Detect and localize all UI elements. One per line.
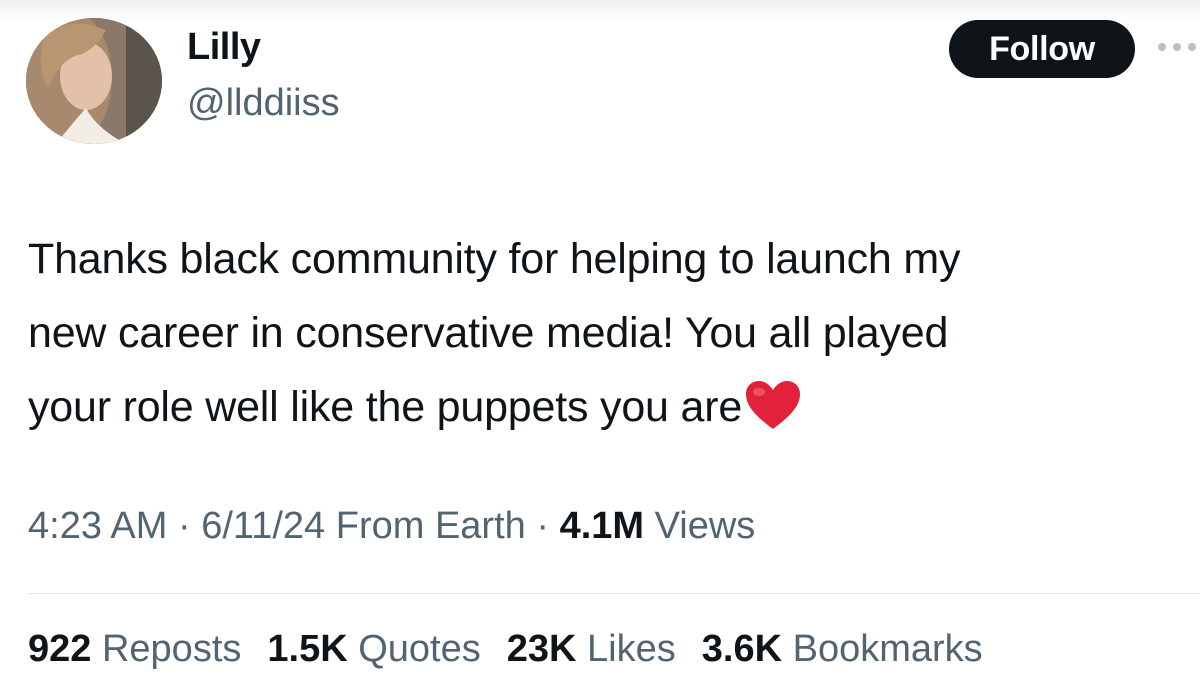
likes-stat[interactable]: 23K Likes (507, 628, 676, 671)
tweet-line: new career in conservative media! You al… (28, 309, 949, 357)
quotes-stat[interactable]: 1.5K Quotes (267, 628, 480, 671)
tweet-time[interactable]: 4:23 AM (28, 505, 167, 547)
reposts-stat[interactable]: 922 Reposts (28, 628, 241, 671)
bookmarks-stat[interactable]: 3.6K Bookmarks (702, 628, 983, 671)
tweet-text: Thanks black community for helping to la… (28, 222, 1188, 444)
stat-label: Bookmarks (792, 628, 983, 670)
avatar-photo (26, 18, 162, 144)
stat-count: 1.5K (267, 628, 348, 670)
top-band (0, 0, 1200, 22)
stat-count: 922 (28, 628, 92, 670)
tweet-date[interactable]: 6/11/24 (201, 505, 325, 547)
separator: · (177, 505, 191, 547)
user-handle[interactable]: @llddiiss (187, 82, 340, 125)
tweet-line: your role well like the puppets you are (28, 370, 1188, 444)
tweet-line: Thanks black community for helping to la… (28, 235, 961, 283)
stat-label: Likes (587, 628, 676, 670)
red-heart-icon (746, 381, 801, 429)
views-label: Views (654, 505, 756, 547)
display-name[interactable]: Lilly (187, 26, 261, 69)
stat-label: Reposts (101, 628, 242, 670)
tweet-line-text: your role well like the puppets you are (28, 383, 743, 431)
tweet-meta: 4:23 AM · 6/11/24 From Earth · 4.1M View… (28, 505, 755, 548)
avatar[interactable] (26, 18, 162, 144)
views-count: 4.1M (559, 505, 645, 547)
follow-button[interactable]: Follow (949, 20, 1135, 78)
engagement-stats: 922 Reposts 1.5K Quotes 23K Likes 3.6K B… (28, 628, 983, 671)
more-options-icon[interactable] (1158, 40, 1200, 54)
divider (28, 593, 1200, 594)
stat-label: Quotes (358, 628, 481, 670)
tweet-source: From Earth (335, 505, 526, 547)
stat-count: 23K (506, 628, 577, 670)
stat-count: 3.6K (701, 628, 783, 670)
separator: · (536, 505, 549, 547)
